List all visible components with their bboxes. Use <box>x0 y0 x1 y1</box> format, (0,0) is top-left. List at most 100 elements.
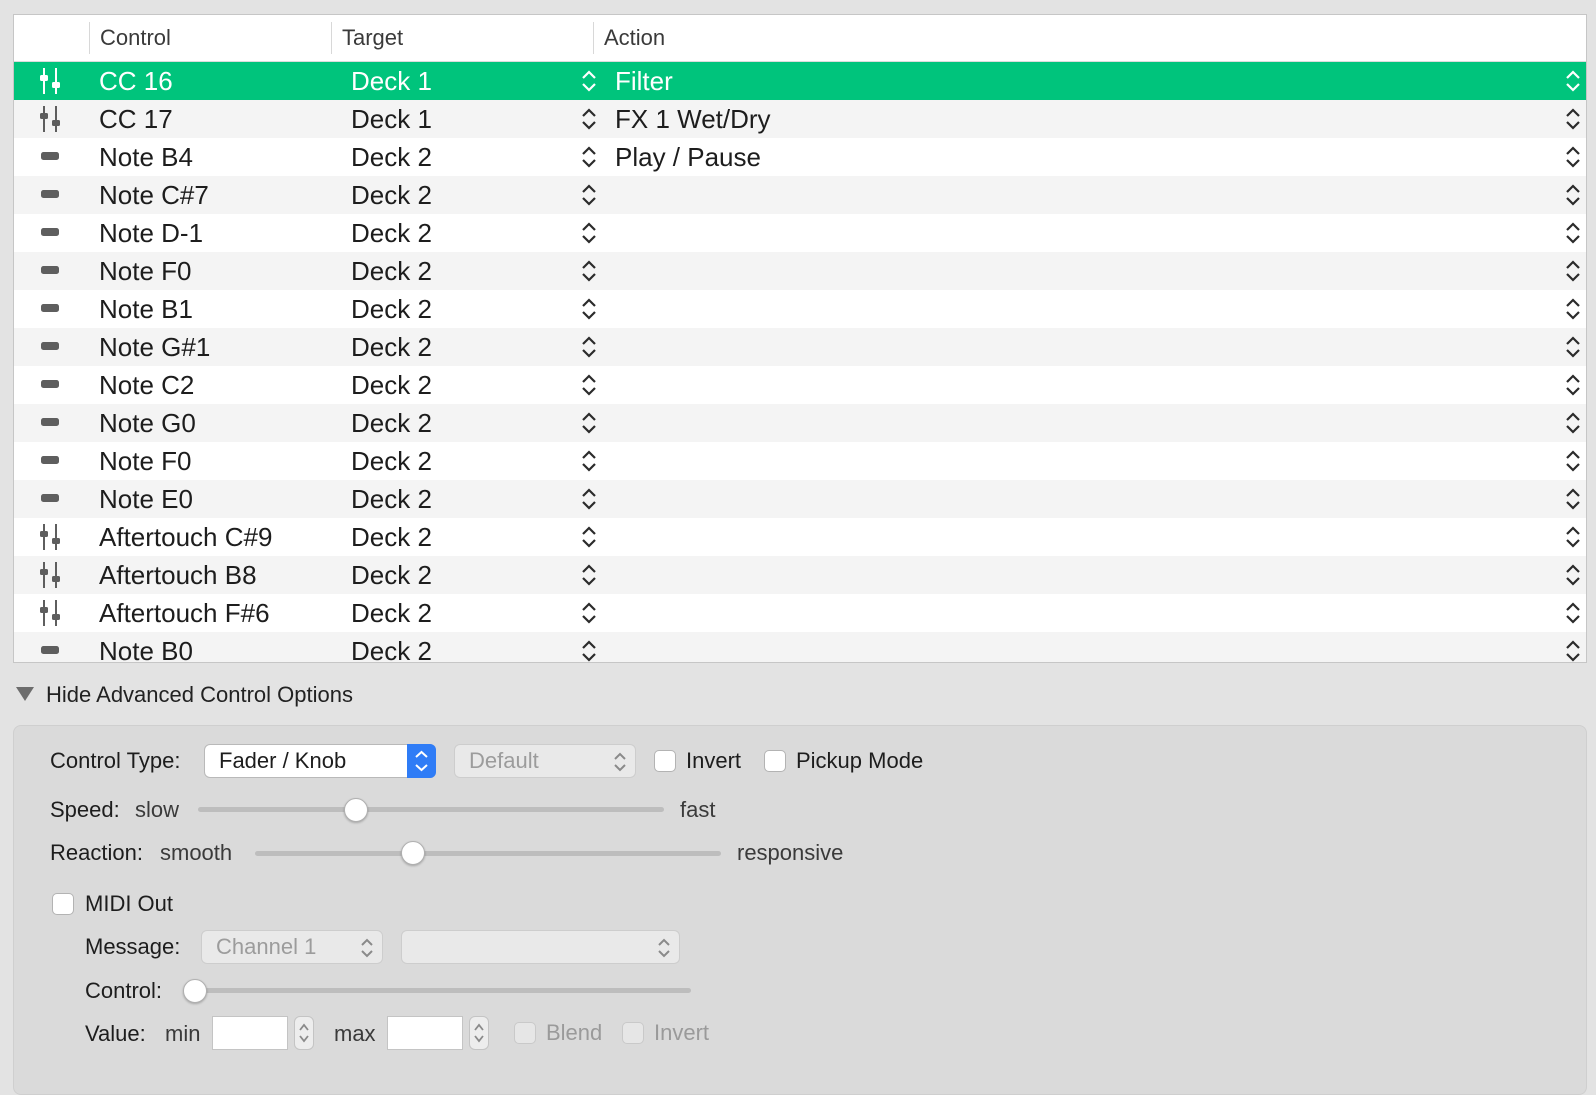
action-chevron-icon[interactable] <box>1564 632 1582 662</box>
target-chevron-icon[interactable] <box>580 252 598 290</box>
message-type-popup[interactable] <box>401 930 680 964</box>
invert-checkbox[interactable] <box>654 750 676 772</box>
action-chevron-icon[interactable] <box>1564 100 1582 138</box>
target-cell[interactable]: Deck 2 <box>351 290 432 328</box>
target-chevron-icon[interactable] <box>580 480 598 518</box>
message-label: Message: <box>85 934 181 959</box>
action-cell[interactable]: FX 1 Wet/Dry <box>615 100 771 138</box>
table-row[interactable]: Note C#7 Deck 2 <box>14 176 1586 214</box>
table-row[interactable]: CC 17 Deck 1 FX 1 Wet/Dry <box>14 100 1586 138</box>
target-cell[interactable]: Deck 2 <box>351 176 432 214</box>
message-channel-popup[interactable]: Channel 1 <box>201 930 383 964</box>
target-cell[interactable]: Deck 1 <box>351 62 432 100</box>
action-chevron-icon[interactable] <box>1564 404 1582 442</box>
table-row[interactable]: Note F0 Deck 2 <box>14 442 1586 480</box>
target-chevron-icon[interactable] <box>580 138 598 176</box>
action-cell[interactable]: Play / Pause <box>615 138 761 176</box>
table-row[interactable]: Note B4 Deck 2 Play / Pause <box>14 138 1586 176</box>
midi-out-checkbox[interactable] <box>52 893 74 915</box>
target-chevron-icon[interactable] <box>580 594 598 632</box>
pickup-mode-checkbox[interactable] <box>764 750 786 772</box>
control-slider-track[interactable] <box>184 988 691 993</box>
target-cell[interactable]: Deck 2 <box>351 252 432 290</box>
invert-output-checkbox[interactable] <box>622 1022 644 1044</box>
reaction-label: Reaction: <box>50 840 143 865</box>
icon-column-header[interactable] <box>14 15 89 61</box>
action-chevron-icon[interactable] <box>1564 556 1582 594</box>
action-chevron-icon[interactable] <box>1564 62 1582 100</box>
speed-slider-knob[interactable] <box>344 798 369 822</box>
table-row[interactable]: Note G#1 Deck 2 <box>14 328 1586 366</box>
action-chevron-icon[interactable] <box>1564 138 1582 176</box>
table-row[interactable]: Note G0 Deck 2 <box>14 404 1586 442</box>
target-cell[interactable]: Deck 2 <box>351 556 432 594</box>
target-chevron-icon[interactable] <box>580 328 598 366</box>
target-chevron-icon[interactable] <box>580 214 598 252</box>
table-row[interactable]: Aftertouch F#6 Deck 2 <box>14 594 1586 632</box>
action-chevron-icon[interactable] <box>1564 214 1582 252</box>
target-chevron-icon[interactable] <box>580 100 598 138</box>
target-chevron-icon[interactable] <box>580 62 598 100</box>
action-chevron-icon[interactable] <box>1564 252 1582 290</box>
mode-popup[interactable]: Default <box>454 744 636 778</box>
action-cell[interactable]: Filter <box>615 62 673 100</box>
target-cell[interactable]: Deck 1 <box>351 100 432 138</box>
target-cell[interactable]: Deck 2 <box>351 366 432 404</box>
blend-checkbox[interactable] <box>514 1022 536 1044</box>
chevron-updown-icon <box>613 750 627 782</box>
action-chevron-icon[interactable] <box>1564 328 1582 366</box>
action-chevron-icon[interactable] <box>1564 594 1582 632</box>
target-cell[interactable]: Deck 2 <box>351 214 432 252</box>
table-row[interactable]: Aftertouch B8 Deck 2 <box>14 556 1586 594</box>
table-row[interactable]: Note C2 Deck 2 <box>14 366 1586 404</box>
fader-icon <box>38 62 72 100</box>
button-icon <box>38 632 72 662</box>
table-row[interactable]: Note F0 Deck 2 <box>14 252 1586 290</box>
min-value-stepper[interactable] <box>294 1016 314 1050</box>
action-chevron-icon[interactable] <box>1564 480 1582 518</box>
target-cell[interactable]: Deck 2 <box>351 138 432 176</box>
control-type-popup[interactable]: Fader / Knob <box>204 744 436 778</box>
target-cell[interactable]: Deck 2 <box>351 480 432 518</box>
reaction-slider-track[interactable] <box>255 851 721 856</box>
target-chevron-icon[interactable] <box>580 632 598 662</box>
target-chevron-icon[interactable] <box>580 290 598 328</box>
target-column-header[interactable]: Target <box>331 22 403 54</box>
action-chevron-icon[interactable] <box>1564 518 1582 556</box>
table-row[interactable]: Note E0 Deck 2 <box>14 480 1586 518</box>
target-cell[interactable]: Deck 2 <box>351 442 432 480</box>
target-cell[interactable]: Deck 2 <box>351 632 432 662</box>
control-cell: Note E0 <box>99 484 193 514</box>
max-value-field[interactable] <box>387 1016 463 1050</box>
control-column-header[interactable]: Control <box>89 22 171 54</box>
target-chevron-icon[interactable] <box>580 442 598 480</box>
target-chevron-icon[interactable] <box>580 176 598 214</box>
target-chevron-icon[interactable] <box>580 404 598 442</box>
control-slider-knob[interactable] <box>183 979 207 1003</box>
target-chevron-icon[interactable] <box>580 366 598 404</box>
action-chevron-icon[interactable] <box>1564 290 1582 328</box>
action-column-header[interactable]: Action <box>593 22 665 54</box>
action-chevron-icon[interactable] <box>1564 442 1582 480</box>
target-cell[interactable]: Deck 2 <box>351 328 432 366</box>
reaction-slider-knob[interactable] <box>401 841 426 865</box>
table-row[interactable]: Note B0 Deck 2 <box>14 632 1586 662</box>
target-chevron-icon[interactable] <box>580 518 598 556</box>
control-cell: Note B1 <box>99 294 193 324</box>
action-chevron-icon[interactable] <box>1564 366 1582 404</box>
max-value-stepper[interactable] <box>469 1016 489 1050</box>
table-row[interactable]: CC 16 Deck 1 Filter <box>14 62 1586 100</box>
fader-icon <box>38 100 72 138</box>
action-chevron-icon[interactable] <box>1564 176 1582 214</box>
advanced-options-toggle[interactable]: Hide Advanced Control Options <box>16 680 353 710</box>
target-cell[interactable]: Deck 2 <box>351 404 432 442</box>
speed-slider-track[interactable] <box>198 807 664 812</box>
target-cell[interactable]: Deck 2 <box>351 594 432 632</box>
control-cell: Aftertouch F#6 <box>99 598 270 628</box>
table-row[interactable]: Aftertouch C#9 Deck 2 <box>14 518 1586 556</box>
min-value-field[interactable] <box>212 1016 288 1050</box>
table-row[interactable]: Note D-1 Deck 2 <box>14 214 1586 252</box>
table-row[interactable]: Note B1 Deck 2 <box>14 290 1586 328</box>
target-chevron-icon[interactable] <box>580 556 598 594</box>
target-cell[interactable]: Deck 2 <box>351 518 432 556</box>
